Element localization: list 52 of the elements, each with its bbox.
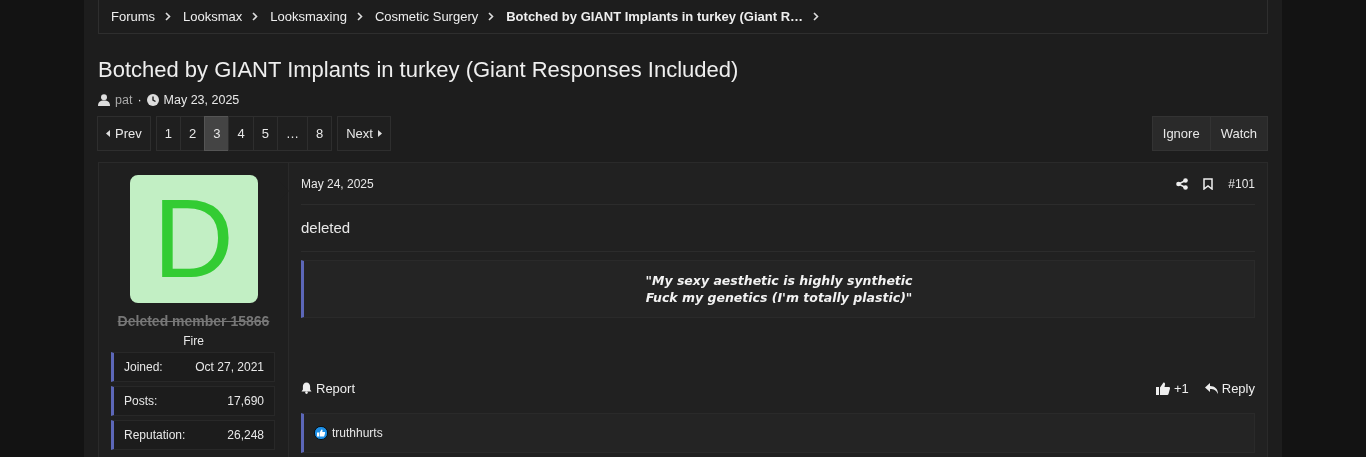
stat-value: 17,690 [227,394,264,408]
page-button[interactable]: … [276,116,308,151]
clock-icon [146,94,159,106]
reply-icon [1204,382,1218,394]
stat-value: 26,248 [227,428,264,442]
stat-label: Reputation: [124,428,186,442]
thumbs-up-icon [1155,381,1170,395]
chevron-right-icon [356,12,363,21]
user-icon [98,94,110,106]
page-button[interactable]: 8 [306,116,333,151]
breadcrumb-link[interactable]: Looksmax [183,9,243,24]
post-text: deleted [301,205,1255,252]
stat-label: Posts: [124,394,158,408]
stat-value: Oct 27, 2021 [195,360,264,374]
chevron-right-icon [165,12,172,21]
caret-right-icon [377,130,382,137]
share-icon [1176,177,1189,190]
thread-date[interactable]: May 23, 2025 [163,93,240,107]
caret-left-icon [106,130,110,137]
post-date[interactable]: May 24, 2025 [301,176,374,191]
reaction-user-link[interactable]: truthhurts [332,426,383,440]
next-button[interactable]: Next [337,116,391,151]
page-button[interactable]: 5 [252,116,278,151]
thread-action-button[interactable]: Ignore [1151,116,1211,151]
user-avatar: D [129,175,258,303]
chevron-right-icon [252,12,259,21]
post-number[interactable]: #101 [1228,176,1255,191]
page-button[interactable]: 1 [155,116,181,151]
separator-dot: · [137,93,142,107]
prev-button[interactable]: Prev [97,116,151,151]
thread-title: Botched by GIANT Implants in turkey (Giant Responses Included) [98,57,740,83]
bell-icon [301,382,312,394]
stat-label: Joined: [124,360,163,374]
breadcrumb-link[interactable]: Botched by GIANT Implants in turkey (Giant R… [506,9,804,24]
bookmark-icon [1203,177,1214,190]
page-button[interactable]: 2 [179,116,206,151]
user-title: Fire [183,334,204,348]
report-link[interactable]: Report [301,380,356,396]
like-reaction-icon [314,426,328,440]
like-link[interactable]: +1 [1155,380,1189,396]
chevron-right-icon [488,12,495,21]
page-button[interactable]: 4 [228,116,254,151]
thread-action-button[interactable]: Watch [1209,116,1268,151]
breadcrumb-link[interactable]: Forums [111,9,156,24]
breadcrumb-link[interactable]: Looksmaxing [270,9,347,24]
author-link[interactable]: pat [115,93,133,107]
quote-text: "My sexy aesthetic is highly synthetic Fuck my genetics (I'm totally plastic)" [645,272,913,306]
reply-link[interactable]: Reply [1204,380,1255,396]
username[interactable]: Deleted member 15866 [117,313,270,329]
page-button[interactable]: 3 [204,116,230,151]
breadcrumb-link[interactable]: Cosmetic Surgery [374,9,479,24]
chevron-right-icon [813,12,820,21]
